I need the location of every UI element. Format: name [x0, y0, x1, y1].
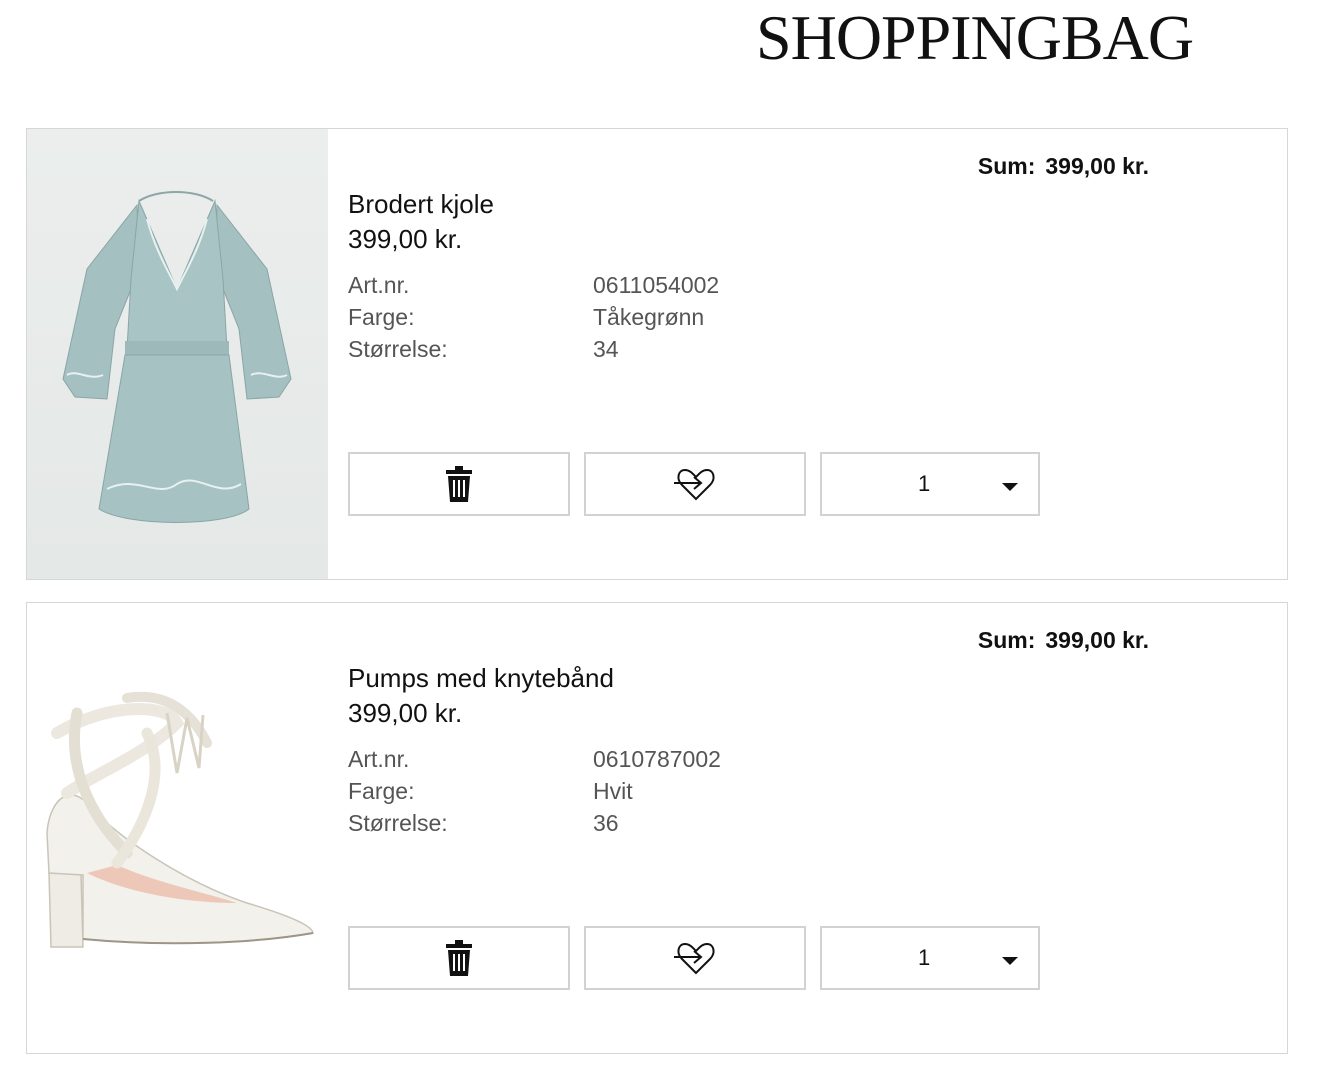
item-sum: Sum: 399,00 kr.	[978, 153, 1149, 180]
spec-value-size: 36	[593, 810, 619, 836]
spec-value-color: Tåkegrønn	[593, 304, 705, 330]
spec-key-size: Størrelse:	[348, 336, 448, 362]
quantity-value: 1	[918, 471, 931, 496]
spec-value-article: 0610787002	[593, 746, 721, 772]
remove-item-button[interactable]	[348, 926, 570, 990]
sum-label: Sum:	[977, 153, 1036, 179]
caret-down-icon	[1002, 483, 1018, 491]
quantity-select[interactable]: 1	[820, 926, 1040, 990]
spec-row: Størrelse: 36	[348, 807, 721, 839]
heart-arrow-icon	[674, 468, 715, 501]
item-sum: Sum: 399,00 kr.	[978, 627, 1149, 654]
spec-key-article: Art.nr.	[348, 746, 410, 772]
move-to-favorites-button[interactable]	[584, 926, 806, 990]
heart-arrow-icon	[674, 942, 715, 975]
product-specs: Art.nr. 0610787002 Farge: Hvit Størrelse…	[348, 743, 721, 839]
spec-value-article: 0611054002	[593, 272, 720, 298]
cart-item: Sum: 399,00 kr. Pumps med knytebånd 399,0…	[26, 602, 1288, 1054]
spec-row: Art.nr. 0610787002	[348, 743, 721, 775]
quantity-select[interactable]: 1	[820, 452, 1040, 516]
product-name[interactable]: Brodert kjole	[348, 189, 494, 220]
spec-row: Størrelse: 34	[348, 333, 719, 365]
product-image[interactable]	[27, 129, 328, 579]
cart-item: Sum: 399,00 kr. Brodert kjole 399,00 kr. …	[26, 128, 1288, 580]
sum-label: Sum:	[977, 627, 1036, 653]
trash-icon	[446, 940, 472, 976]
spec-row: Farge: Hvit	[348, 775, 721, 807]
spec-key-article: Art.nr.	[348, 272, 410, 298]
trash-icon	[446, 466, 472, 502]
product-image[interactable]	[27, 603, 328, 1053]
sum-value: 399,00 kr.	[1045, 153, 1149, 179]
spec-key-color: Farge:	[348, 778, 415, 804]
spec-value-size: 34	[593, 336, 619, 362]
spec-row: Farge: Tåkegrønn	[348, 301, 719, 333]
spec-value-color: Hvit	[593, 778, 633, 804]
spec-row: Art.nr. 0611054002	[348, 269, 719, 301]
pumps-image	[46, 691, 314, 948]
product-price: 399,00 kr.	[348, 698, 463, 728]
caret-down-icon	[1002, 957, 1018, 965]
dress-image	[62, 191, 292, 523]
product-specs: Art.nr. 0611054002 Farge: Tåkegrønn Stør…	[348, 269, 719, 365]
sum-value: 399,00 kr.	[1045, 627, 1149, 653]
page-title: SHOPPINGBAG	[756, 2, 1194, 73]
remove-item-button[interactable]	[348, 452, 570, 516]
move-to-favorites-button[interactable]	[584, 452, 806, 516]
product-name[interactable]: Pumps med knytebånd	[348, 663, 614, 694]
product-price: 399,00 kr.	[348, 224, 463, 254]
spec-key-color: Farge:	[348, 304, 415, 330]
quantity-value: 1	[918, 945, 931, 970]
spec-key-size: Størrelse:	[348, 810, 448, 836]
